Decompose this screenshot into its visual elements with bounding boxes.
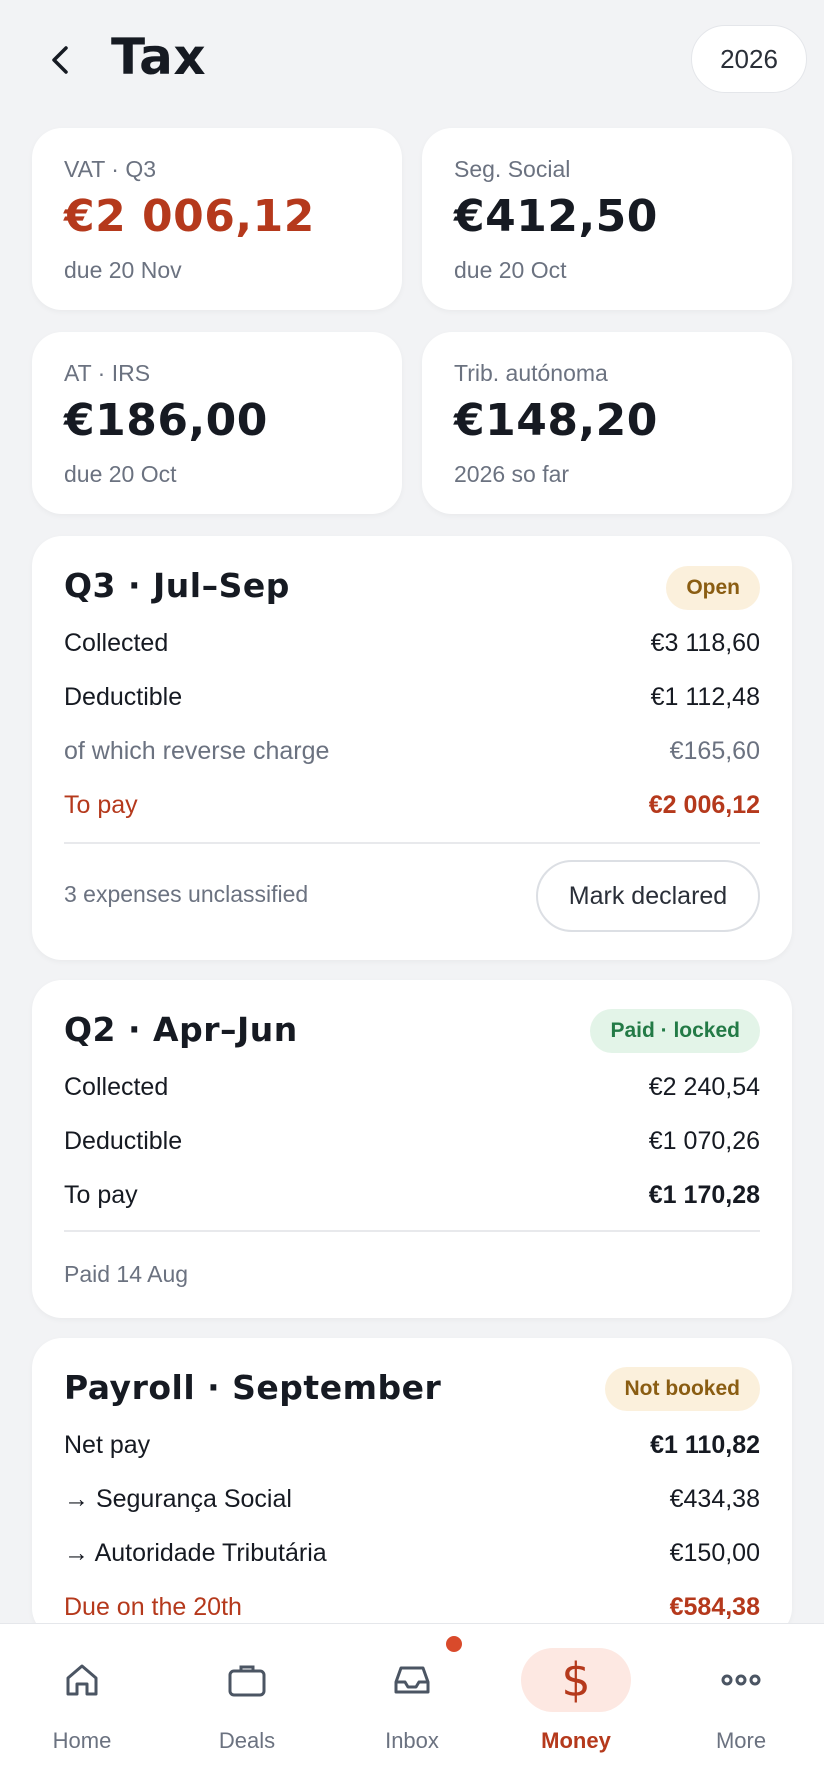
tax-screen: Tax 2026 VAT · Q3 €2 006,12 due 20 Nov S…	[0, 0, 824, 1784]
briefcase-icon	[228, 1665, 266, 1697]
paid-date: Paid 14 Aug	[64, 1261, 189, 1287]
stat-sub: due 20 Nov	[64, 257, 182, 283]
year-selector[interactable]: 2026	[691, 25, 807, 93]
stat-value: €186,00	[64, 395, 268, 446]
stat-label: Trib. autónoma	[454, 360, 608, 386]
row-autoridade-tributaria: → Autoridade Tributária €150,00	[64, 1533, 760, 1573]
row-collected: Collected €2 240,54	[64, 1067, 760, 1107]
status-badge: Not booked	[604, 1367, 760, 1411]
row-label: Net pay	[64, 1430, 151, 1459]
nav-label: Deals	[218, 1728, 276, 1753]
card-title: Payroll · September	[64, 1368, 442, 1407]
nav-inbox[interactable]: Inbox	[330, 1624, 494, 1784]
row-label: → Segurança Social	[64, 1484, 292, 1513]
stat-card-trib-autonoma[interactable]: Trib. autónoma €148,20 2026 so far	[422, 332, 792, 514]
row-value: €1 170,28	[648, 1180, 760, 1209]
stat-label: Seg. Social	[454, 156, 571, 182]
nav-deals[interactable]: Deals	[165, 1624, 329, 1784]
row-seguranca-social: → Segurança Social €434,38	[64, 1479, 760, 1519]
row-label: Collected	[64, 1072, 169, 1101]
row-value: €2 240,54	[648, 1072, 760, 1101]
nav-home[interactable]: Home	[0, 1624, 164, 1784]
home-icon	[66, 1664, 98, 1696]
row-label: Due on the 20th	[64, 1592, 242, 1621]
row-collected: Collected €3 118,60	[64, 623, 760, 663]
row-value: €1 070,26	[648, 1126, 760, 1155]
row-value: €150,00	[669, 1538, 760, 1567]
row-value: €165,60	[669, 736, 760, 765]
row-label: Deductible	[64, 1126, 183, 1155]
row-deductible: Deductible €1 070,26	[64, 1121, 760, 1161]
card-title: Q3 · Jul–Sep	[64, 566, 290, 605]
row-to-pay: To pay €1 170,28	[64, 1175, 760, 1215]
stat-sub: due 20 Oct	[454, 257, 567, 283]
inbox-icon	[394, 1666, 430, 1694]
divider	[64, 842, 760, 844]
divider	[64, 1230, 760, 1232]
vat-q3-card: Q3 · Jul–Sep Open Collected €3 118,60 De…	[32, 536, 792, 960]
stat-card-seg-social[interactable]: Seg. Social €412,50 due 20 Oct	[422, 128, 792, 310]
row-label: Deductible	[64, 682, 183, 711]
nav-label: Home	[52, 1728, 112, 1753]
nav-label: Inbox	[385, 1728, 439, 1753]
row-deductible: Deductible €1 112,48	[64, 677, 760, 717]
unclassified-note: 3 expenses unclassified	[64, 881, 309, 907]
row-label: of which reverse charge	[64, 736, 330, 765]
row-due: Due on the 20th €584,38	[64, 1587, 760, 1627]
header: Tax 2026	[0, 0, 824, 120]
status-badge: Paid · locked	[590, 1009, 760, 1053]
stat-sub: 2026 so far	[454, 461, 570, 487]
page-title: Tax	[111, 28, 207, 86]
row-label: To pay	[64, 1180, 138, 1209]
back-button[interactable]	[40, 40, 80, 80]
row-label: Collected	[64, 628, 169, 657]
row-to-pay: To pay €2 006,12	[64, 785, 760, 825]
stat-label: VAT · Q3	[64, 156, 157, 182]
stat-value: €412,50	[454, 191, 658, 242]
stat-sub: due 20 Oct	[64, 461, 177, 487]
row-value: €3 118,60	[650, 628, 760, 657]
stat-label: AT · IRS	[64, 360, 151, 386]
row-value: €1 112,48	[650, 682, 760, 711]
chevron-left-icon	[52, 46, 68, 74]
nav-label: More	[715, 1728, 767, 1753]
row-value: €1 110,82	[650, 1430, 760, 1459]
bottom-nav: Home Deals Inbox $ Money More	[0, 1623, 824, 1784]
stat-card-irs[interactable]: AT · IRS €186,00 due 20 Oct	[32, 332, 402, 514]
row-value: €584,38	[669, 1592, 760, 1621]
status-badge: Open	[666, 566, 760, 610]
dollar-icon: $	[561, 1653, 591, 1707]
stat-value: €2 006,12	[64, 191, 315, 242]
stat-value: €148,20	[454, 395, 658, 446]
payroll-card: Payroll · September Not booked Net pay €…	[32, 1338, 792, 1638]
more-icon	[721, 1674, 761, 1686]
stat-card-vat[interactable]: VAT · Q3 €2 006,12 due 20 Nov	[32, 128, 402, 310]
nav-money[interactable]: $ Money	[494, 1624, 658, 1784]
nav-label: Money	[541, 1728, 611, 1753]
notification-dot	[446, 1636, 462, 1652]
vat-q2-card: Q2 · Apr–Jun Paid · locked Collected €2 …	[32, 980, 792, 1318]
row-label: To pay	[64, 790, 138, 819]
mark-declared-button[interactable]: Mark declared	[536, 860, 760, 932]
row-value: €434,38	[669, 1484, 760, 1513]
row-reverse-charge: of which reverse charge €165,60	[64, 731, 760, 771]
nav-more[interactable]: More	[659, 1624, 823, 1784]
row-net-pay: Net pay €1 110,82	[64, 1425, 760, 1465]
card-title: Q2 · Apr–Jun	[64, 1010, 298, 1049]
row-value: €2 006,12	[648, 790, 760, 819]
row-label: → Autoridade Tributária	[64, 1538, 327, 1567]
